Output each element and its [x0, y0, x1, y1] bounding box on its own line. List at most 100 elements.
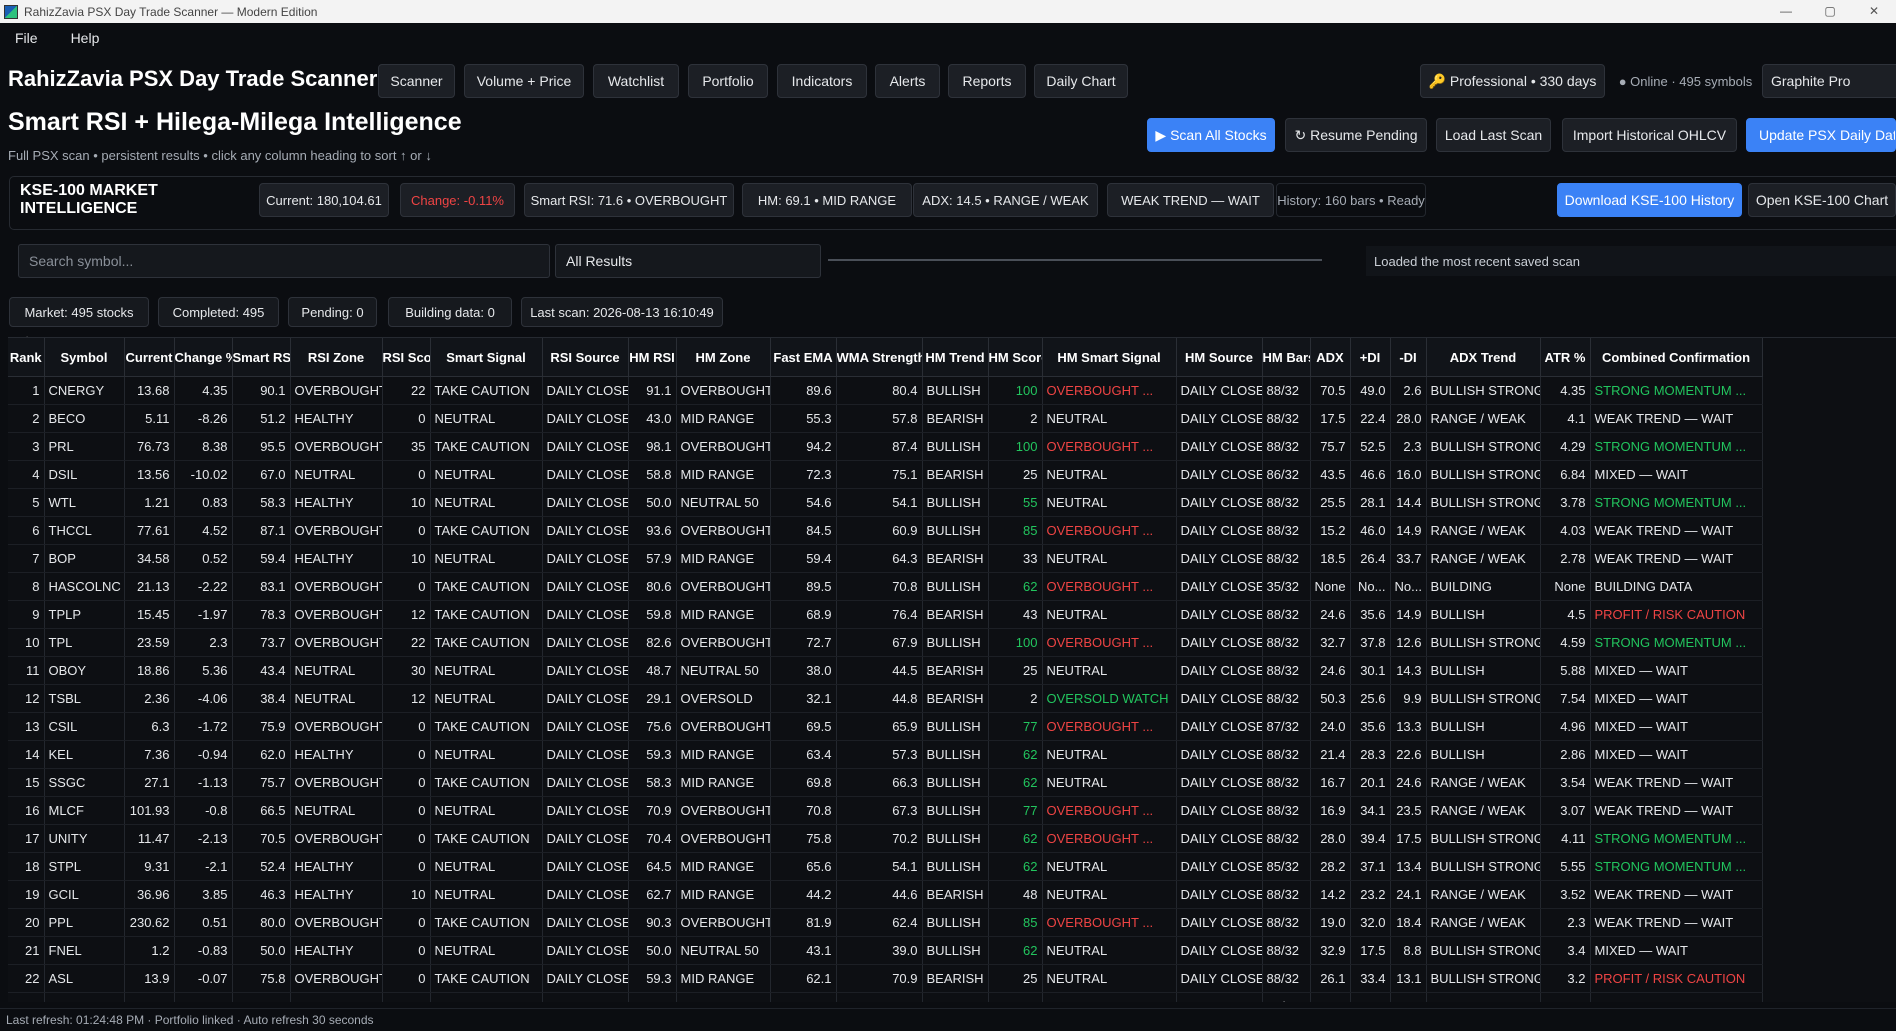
table-cell: NEUTRAL [1042, 460, 1177, 489]
download-kse-history-button[interactable]: Download KSE-100 History [1557, 183, 1742, 217]
table-cell: -0.83 [174, 936, 233, 965]
column-header[interactable]: Smart RSI [232, 338, 291, 377]
column-header[interactable]: HM Trend [922, 338, 989, 377]
table-cell: 66.3 [836, 768, 923, 797]
table-cell: 0 [382, 572, 431, 601]
table-row[interactable]: 5 WTL 1.21 0.83 58.3 HEALTHY 10 NEUTRAL DAILY CL… [8, 488, 1763, 517]
table-cell: 24.0 [1310, 712, 1351, 741]
column-header[interactable]: WMA Strength [836, 338, 923, 377]
table-cell: THCCL [44, 516, 125, 545]
close-icon[interactable]: ✕ [1852, 0, 1896, 23]
nav-daily-chart-button[interactable]: Daily Chart [1034, 64, 1128, 98]
menu-help[interactable]: Help [71, 30, 100, 46]
scan-all-button[interactable]: ▶ Scan All Stocks [1147, 118, 1275, 152]
table-row[interactable]: 15 SSGC 27.1 -1.13 75.7 OVERBOUGHT 0 TAKE CAUTI… [8, 768, 1763, 797]
open-kse-chart-button[interactable]: Open KSE-100 Chart [1748, 183, 1896, 217]
table-cell: 24.6 [1310, 656, 1351, 685]
table-cell: 75.9 [232, 712, 291, 741]
column-header[interactable]: ATR % [1540, 338, 1591, 377]
column-header[interactable]: HM RSI [628, 338, 677, 377]
column-header[interactable]: Smart Signal [430, 338, 543, 377]
table-cell: 3.78 [1540, 488, 1591, 517]
menu-file[interactable]: File [15, 30, 38, 46]
table-row[interactable]: 13 CSIL 6.3 -1.72 75.9 OVERBOUGHT 0 TAKE CAUTIO… [8, 712, 1763, 741]
column-header[interactable]: Current [124, 338, 175, 377]
nav-scanner-button[interactable]: Scanner [378, 64, 455, 98]
nav-volume-price-button[interactable]: Volume + Price [464, 64, 584, 98]
table-cell: DAILY CLOSE [542, 796, 629, 825]
nav-alerts-button[interactable]: Alerts [875, 64, 940, 98]
table-cell: 2.3 [1390, 432, 1427, 461]
table-row[interactable]: 10 TPL 23.59 2.3 73.7 OVERBOUGHT 22 TAKE CAUTIO… [8, 628, 1763, 657]
import-ohlcv-button[interactable]: Import Historical OHLCV [1562, 118, 1737, 152]
theme-select[interactable]: Graphite Pro [1762, 64, 1896, 98]
nav-portfolio-button[interactable]: Portfolio [688, 64, 768, 98]
table-row[interactable]: 12 TSBL 2.36 -4.06 38.4 NEUTRAL 12 NEUTRAL DAILY… [8, 684, 1763, 713]
column-header[interactable]: Rank [8, 338, 45, 377]
table-cell: 70 [988, 992, 1043, 1002]
online-status: ● Online · 495 symbols [1618, 73, 1753, 89]
table-row[interactable]: 8 HASCOLNC 21.13 -2.22 83.1 OVERBOUGHT 0 TAKE C… [8, 572, 1763, 601]
column-header[interactable]: HM Zone [676, 338, 771, 377]
column-header[interactable]: RSI Score [382, 338, 431, 377]
table-cell: NEUTRAL [430, 852, 543, 881]
maximize-icon[interactable]: ▢ [1808, 0, 1852, 23]
table-row[interactable]: 4 DSIL 13.56 -10.02 67.0 NEUTRAL 0 NEUTRAL DAILY… [8, 460, 1763, 489]
table-row[interactable]: 17 UNITY 11.47 -2.13 70.5 OVERBOUGHT 0 TAKE CAU… [8, 824, 1763, 853]
nav-indicators-button[interactable]: Indicators [777, 64, 867, 98]
table-cell: NEUTRAL [290, 460, 383, 489]
table-cell: 46.0 [1350, 516, 1391, 545]
table-cell: 12 [382, 684, 431, 713]
table-cell: DAILY CLOSE [542, 544, 629, 573]
column-header[interactable]: ADX Trend [1426, 338, 1541, 377]
column-header[interactable]: -DI [1390, 338, 1427, 377]
table-row[interactable]: 20 PPL 230.62 0.51 80.0 OVERBOUGHT 0 TAKE CAUTI… [8, 908, 1763, 937]
table-row[interactable]: 18 STPL 9.31 -2.1 52.4 HEALTHY 0 NEUTRAL DAILY C… [8, 852, 1763, 881]
table-cell: DAILY CLOSE [1176, 544, 1263, 573]
column-header[interactable]: HM Score [988, 338, 1043, 377]
nav-watchlist-button[interactable]: Watchlist [593, 64, 679, 98]
table-cell: 35.6 [1350, 712, 1391, 741]
table-cell: 23.5 [1390, 796, 1427, 825]
column-header[interactable]: Combined Confirmation [1590, 338, 1763, 377]
table-row[interactable]: 9 TPLP 15.45 -1.97 78.3 OVERBOUGHT 12 TAKE CAUT… [8, 600, 1763, 629]
column-header[interactable]: HM Smart Signal [1042, 338, 1177, 377]
column-header[interactable]: Symbol [44, 338, 125, 377]
column-header[interactable]: Change % [174, 338, 233, 377]
table-cell: 4.1 [1540, 404, 1591, 433]
results-filter-select[interactable]: All Results [555, 244, 821, 278]
nav-reports-button[interactable]: Reports [948, 64, 1026, 98]
results-table-container[interactable]: Rank Symbol Current Change % Smart RSI RSI Zo… [8, 337, 1896, 1002]
column-header[interactable]: HM Bars [1262, 338, 1311, 377]
table-row[interactable]: 7 BOP 34.58 0.52 59.4 HEALTHY 10 NEUTRAL DAILY C… [8, 544, 1763, 573]
table-cell: BULLISH [922, 992, 989, 1002]
column-header[interactable]: HM Source [1176, 338, 1263, 377]
table-row[interactable]: 21 FNEL 1.2 -0.83 50.0 HEALTHY 0 NEUTRAL DAILY C… [8, 936, 1763, 965]
column-header[interactable]: +DI [1350, 338, 1391, 377]
table-row[interactable]: 14 KEL 7.36 -0.94 62.0 HEALTHY 0 NEUTRAL DAILY C… [8, 740, 1763, 769]
column-header[interactable]: ADX [1310, 338, 1351, 377]
table-cell: 15.2 [1310, 516, 1351, 545]
table-row[interactable]: 22 ASL 13.9 -0.07 75.8 OVERBOUGHT 0 TAKE CAUTIO… [8, 964, 1763, 993]
search-input[interactable] [18, 244, 550, 278]
table-cell: DAILY CLOSE [1176, 628, 1263, 657]
table-row[interactable]: 2 BECO 5.11 -8.26 51.2 HEALTHY 0 NEUTRAL DAILY C… [8, 404, 1763, 433]
minimize-icon[interactable]: — [1764, 0, 1808, 23]
table-cell: 88/32 [1262, 936, 1311, 965]
table-row[interactable]: 6 THCCL 77.61 4.52 87.1 OVERBOUGHT 0 TAKE CAUTI… [8, 516, 1763, 545]
table-cell: DAILY CLOSE [1176, 376, 1263, 405]
table-row[interactable]: 19 GCIL 36.96 3.85 46.3 HEALTHY 10 NEUTRAL DAILY… [8, 880, 1763, 909]
resume-pending-button[interactable]: ↻ Resume Pending [1285, 118, 1427, 152]
table-row[interactable]: 16 MLCF 101.93 -0.8 66.5 NEUTRAL 0 NEUTRAL DAILY… [8, 796, 1763, 825]
table-row[interactable]: 1 CNERGY 13.68 4.35 90.1 OVERBOUGHT 22 TAKE CAU… [8, 376, 1763, 405]
table-row[interactable]: 3 PRL 76.73 8.38 95.5 OVERBOUGHT 35 TAKE CAUTIO… [8, 432, 1763, 461]
kse-hm: HM: 69.1 • MID RANGE [742, 183, 912, 217]
column-header[interactable]: Fast EMA [770, 338, 837, 377]
column-header[interactable]: RSI Source [542, 338, 629, 377]
table-row[interactable]: 23NCPL60.471.4169.9NEUTRAL10NEUTRALDAILY… [8, 992, 1763, 1002]
load-last-scan-button[interactable]: Load Last Scan [1436, 118, 1551, 152]
table-cell: BULLISH STRONG [1426, 824, 1541, 853]
column-header[interactable]: RSI Zone [290, 338, 383, 377]
update-psx-data-button[interactable]: Update PSX Daily Data [1746, 118, 1896, 152]
table-row[interactable]: 11 OBOY 18.86 5.36 43.4 NEUTRAL 30 NEUTRAL DAILY… [8, 656, 1763, 685]
